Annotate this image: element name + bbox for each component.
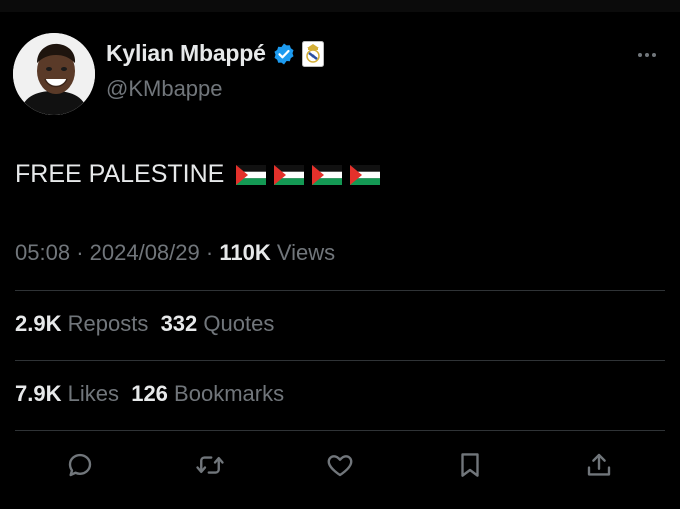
reposts-count: 2.9K (15, 311, 62, 336)
quotes-stat[interactable]: 332 Quotes (161, 311, 275, 336)
repost-button[interactable] (193, 448, 227, 482)
more-dot (645, 53, 649, 57)
palestine-flag-icon (274, 164, 305, 185)
author-name-row: Kylian Mbappé (106, 40, 324, 67)
quotes-label: Quotes (203, 311, 275, 336)
views-count: 110K (219, 240, 271, 265)
author-handle[interactable]: @KMbappe (106, 76, 223, 102)
verified-badge-icon[interactable] (272, 42, 296, 66)
like-button[interactable] (323, 448, 357, 482)
profile-photo (13, 33, 95, 115)
like-bookmark-stats: 7.9K Likes 126 Bookmarks (15, 381, 284, 407)
tweet-body: FREE PALESTINE (15, 160, 381, 189)
tweet-time[interactable]: 05:08 (15, 240, 70, 265)
more-dot (652, 53, 656, 57)
palestine-flag-icon (350, 164, 381, 185)
avatar[interactable] (13, 33, 95, 115)
repost-quote-stats: 2.9K Reposts 332 Quotes (15, 311, 274, 337)
repost-icon (196, 456, 224, 474)
meta-separator: · (76, 240, 84, 265)
reposts-stat[interactable]: 2.9K Reposts (15, 311, 148, 336)
likes-count: 7.9K (15, 381, 62, 406)
more-dot (638, 53, 642, 57)
views-label: Views (276, 240, 336, 265)
bookmark-icon (461, 453, 479, 477)
author-name[interactable]: Kylian Mbappé (106, 40, 266, 67)
top-bar (0, 0, 680, 12)
share-icon (587, 453, 611, 476)
likes-label: Likes (67, 381, 119, 406)
bookmarks-label: Bookmarks (174, 381, 285, 406)
bookmarks-count: 126 (131, 381, 168, 406)
divider (15, 430, 665, 431)
real-madrid-crest-icon[interactable] (301, 40, 324, 67)
bookmark-button[interactable] (453, 448, 487, 482)
meta-separator: · (205, 240, 214, 265)
reply-icon (68, 453, 92, 477)
more-options-icon[interactable] (638, 53, 656, 57)
like-icon (327, 455, 353, 477)
divider (15, 290, 665, 291)
tweet-text: FREE PALESTINE (15, 160, 225, 188)
reply-button[interactable] (63, 448, 97, 482)
reposts-label: Reposts (67, 311, 149, 336)
divider (15, 360, 665, 361)
flag-group (236, 164, 381, 185)
palestine-flag-icon (312, 164, 343, 185)
tweet-meta: 05:08 · 2024/08/29 · 110K Views (15, 240, 335, 266)
bookmarks-stat[interactable]: 126 Bookmarks (131, 381, 284, 406)
share-button[interactable] (582, 448, 616, 482)
likes-stat[interactable]: 7.9K Likes (15, 381, 119, 406)
quotes-count: 332 (160, 311, 198, 336)
palestine-flag-icon (236, 164, 267, 185)
action-bar (0, 448, 680, 486)
tweet-date[interactable]: 2024/08/29 (90, 240, 200, 265)
